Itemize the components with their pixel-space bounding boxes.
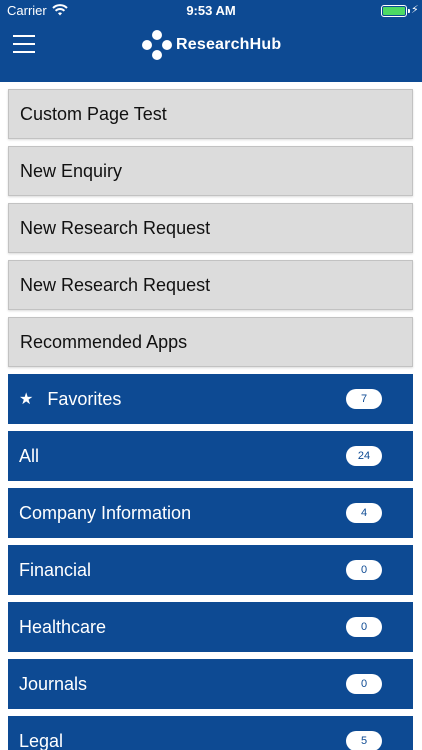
hamburger-menu-icon[interactable] (13, 35, 35, 53)
category-label: Healthcare (19, 616, 107, 637)
page-item-new-research-request-2[interactable]: New Research Request (8, 260, 413, 310)
count-badge: 7 (346, 389, 382, 409)
category-journals[interactable]: Journals 0 (8, 659, 413, 709)
page-item-label: New Enquiry (20, 160, 123, 181)
page-item-new-enquiry[interactable]: New Enquiry (8, 146, 413, 196)
count-badge: 0 (346, 674, 382, 694)
count-badge: 4 (346, 503, 382, 523)
page-item-recommended-apps[interactable]: Recommended Apps (8, 317, 413, 367)
count-badge: 24 (346, 446, 382, 466)
category-all[interactable]: All 24 (8, 431, 413, 481)
count-badge: 0 (346, 560, 382, 580)
nav-bar: ResearchHub (0, 22, 422, 82)
page-item-label: New Research Request (20, 217, 211, 238)
page-item-new-research-request[interactable]: New Research Request (8, 203, 413, 253)
category-legal[interactable]: Legal 5 (8, 716, 413, 750)
logo-mark-icon (142, 30, 172, 60)
category-label: Favorites (47, 388, 122, 409)
category-favorites[interactable]: ★ Favorites 7 (8, 374, 413, 424)
battery-icon (381, 5, 407, 17)
count-badge: 0 (346, 617, 382, 637)
category-company-information[interactable]: Company Information 4 (8, 488, 413, 538)
page-item-label: Recommended Apps (20, 331, 188, 352)
app-logo: ResearchHub (142, 30, 281, 60)
clock: 9:53 AM (186, 3, 236, 18)
page-item-label: Custom Page Test (20, 103, 167, 124)
battery-tip (408, 9, 410, 13)
category-label: Company Information (19, 502, 192, 523)
category-healthcare[interactable]: Healthcare 0 (8, 602, 413, 652)
page-item-label: New Research Request (20, 274, 211, 295)
page-item-custom-page-test[interactable]: Custom Page Test (8, 89, 413, 139)
category-label: Journals (19, 673, 88, 694)
category-label: All (19, 445, 40, 466)
category-financial[interactable]: Financial 0 (8, 545, 413, 595)
status-bar: Carrier 9:53 AM ⚡ (0, 0, 422, 22)
star-icon: ★ (19, 391, 34, 408)
app-title: ResearchHub (176, 36, 282, 53)
count-badge: 5 (346, 731, 382, 750)
charging-icon: ⚡ (411, 4, 419, 16)
category-label: Legal (19, 730, 64, 750)
category-label: Financial (19, 559, 92, 580)
